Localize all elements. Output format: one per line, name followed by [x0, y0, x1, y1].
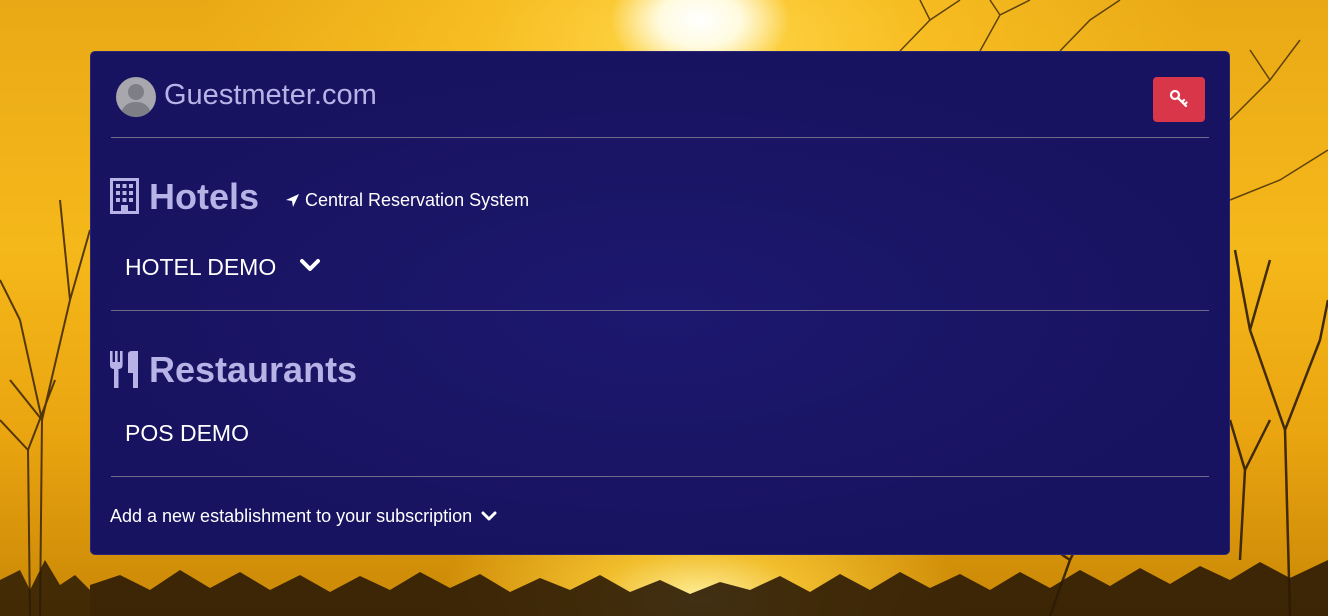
utensils-icon: [110, 351, 139, 393]
restaurants-heading: Restaurants: [149, 349, 358, 390]
restaurant-establishment-item[interactable]: POS DEMO: [125, 419, 249, 447]
add-establishment-link[interactable]: Add a new establishment to your subscrip…: [110, 505, 497, 527]
login-button[interactable]: [1153, 77, 1205, 122]
central-reservation-label: Central Reservation System: [305, 190, 530, 210]
brand-name: Guestmeter.com: [164, 79, 377, 111]
building-icon: [110, 178, 139, 219]
location-arrow-icon: [286, 194, 299, 207]
hotel-establishment-name: HOTEL DEMO: [125, 254, 277, 280]
user-avatar-icon[interactable]: [116, 77, 156, 117]
chevron-down-icon[interactable]: [299, 258, 321, 279]
panel-header: Guestmeter.com: [111, 52, 1209, 138]
add-establishment-label: Add a new establishment to your subscrip…: [110, 506, 473, 526]
section-divider: [111, 476, 1209, 477]
section-divider: [111, 310, 1209, 311]
central-reservation-link[interactable]: Central Reservation System: [285, 189, 529, 211]
key-icon: [1170, 90, 1188, 108]
establishments-panel: Guestmeter.com Hotels Central Reservatio…: [90, 51, 1230, 555]
restaurant-establishment-name: POS DEMO: [125, 420, 249, 446]
hotels-heading: Hotels: [149, 176, 260, 217]
chevron-down-icon: [481, 511, 497, 521]
hotel-establishment-item[interactable]: HOTEL DEMO: [125, 253, 276, 281]
